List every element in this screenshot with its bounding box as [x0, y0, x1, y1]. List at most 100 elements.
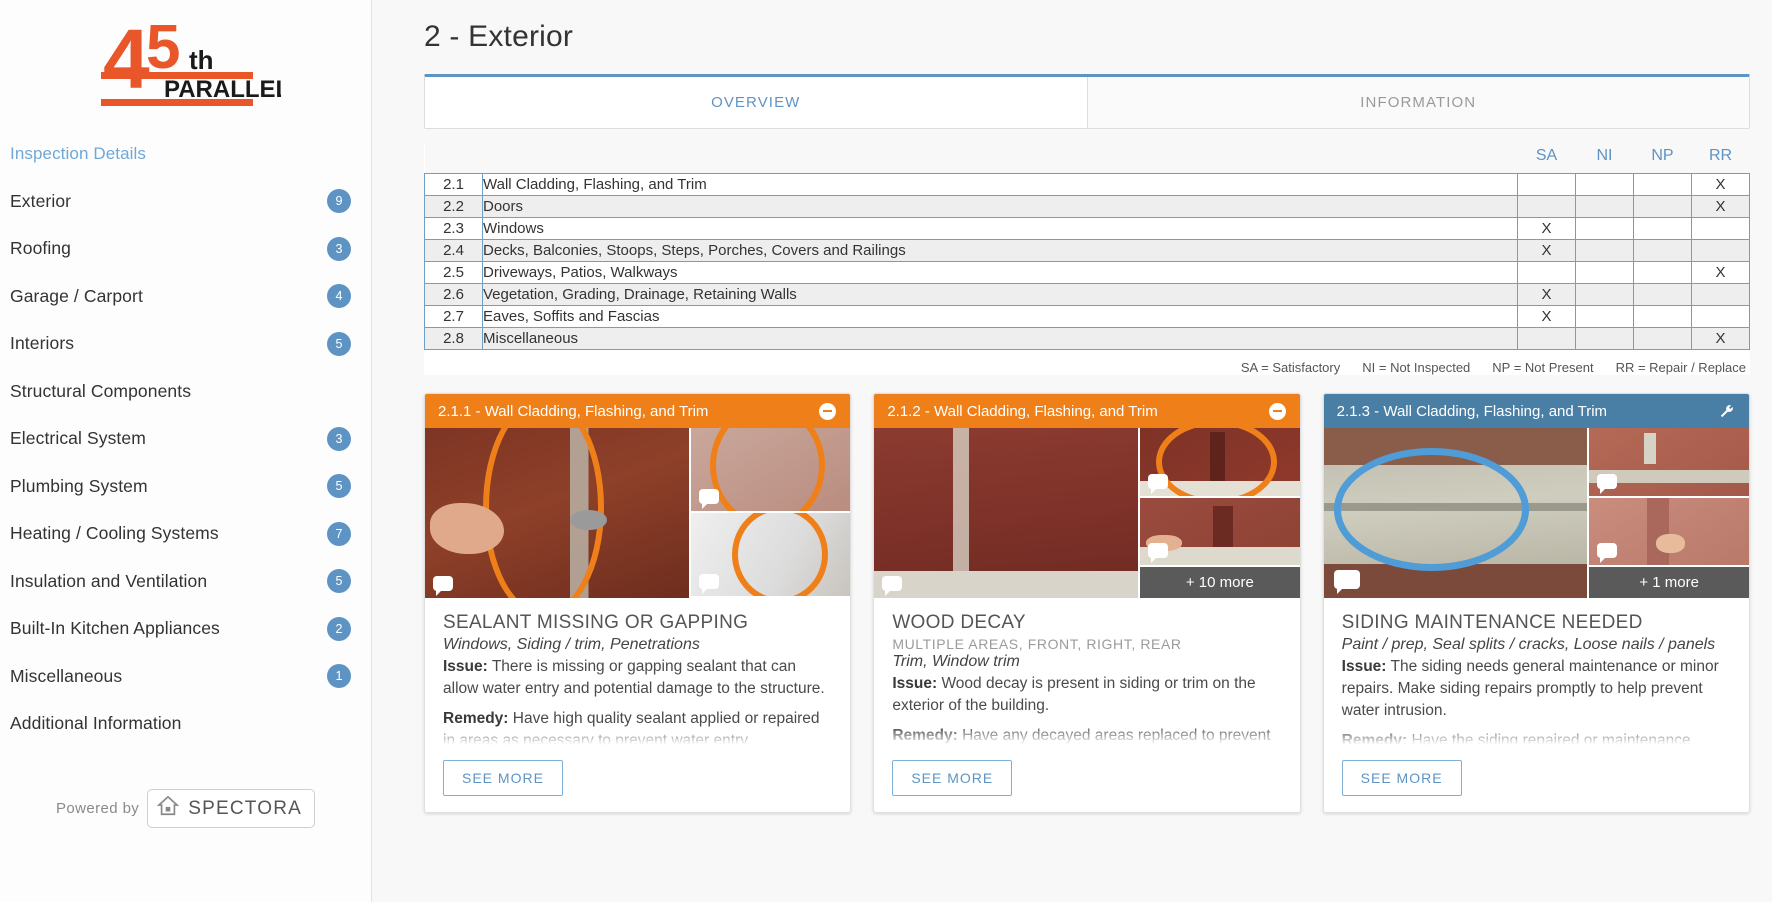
more-photos-badge[interactable]: + 10 more	[1138, 567, 1300, 598]
photo-comment-icon[interactable]	[433, 576, 453, 596]
sidebar-item-badge: 5	[327, 474, 351, 499]
photo-comment-icon[interactable]	[1597, 473, 1618, 494]
sidebar-item-additional-information[interactable]: Additional Information	[10, 700, 359, 748]
sidebar-item-insulation-and-ventilation[interactable]: Insulation and Ventilation 5	[10, 558, 359, 606]
summary-table-head: SA NI NP RR	[424, 143, 1750, 174]
sidebar-item-label: Additional Information	[10, 713, 182, 734]
finding-card-footer: SEE MORE	[425, 752, 850, 812]
row-number: 2.1	[424, 173, 483, 196]
legend-sa: SA = Satisfactory	[1240, 360, 1341, 375]
row-label: Decks, Balconies, Stoops, Steps, Porches…	[482, 239, 1518, 262]
finding-card-body: SEALANT MISSING OR GAPPING Windows, Sidi…	[425, 598, 851, 752]
powered-by-label: Powered by	[56, 800, 140, 817]
row-mark-ni	[1575, 261, 1634, 284]
row-mark-sa: X	[1517, 239, 1576, 262]
legend-rr: RR = Repair / Replace	[1615, 360, 1746, 375]
row-mark-sa: X	[1517, 283, 1576, 306]
row-mark-ni	[1575, 239, 1634, 262]
sidebar-item-interiors[interactable]: Interiors 5	[10, 320, 359, 368]
table-row[interactable]: 2.4 Decks, Balconies, Stoops, Steps, Por…	[424, 239, 1750, 262]
finding-title: SIDING MAINTENANCE NEEDED	[1341, 612, 1643, 633]
photo-comment-icon[interactable]	[882, 576, 903, 596]
finding-subtitle: Trim, Window trim	[892, 653, 1020, 670]
see-more-button[interactable]: SEE MORE	[892, 760, 1013, 796]
sidebar-item-heating-cooling-systems[interactable]: Heating / Cooling Systems 7	[10, 510, 359, 558]
finding-photo-thumb[interactable]	[688, 513, 851, 598]
finding-card-header-label: 2.1.3 - Wall Cladding, Flashing, and Tri…	[1336, 402, 1608, 420]
summary-table: SA NI NP RR 2.1 Wall Cladding, Flashing,…	[424, 143, 1750, 350]
finding-card-2-1-1: 2.1.1 - Wall Cladding, Flashing, and Tri…	[424, 393, 852, 813]
col-header-np: NP	[1633, 143, 1692, 174]
sidebar-item-label: Plumbing System	[10, 475, 148, 496]
row-mark-ni	[1575, 283, 1634, 306]
row-mark-sa: X	[1517, 305, 1576, 328]
sidebar-item-roofing[interactable]: Roofing 3	[10, 225, 359, 273]
row-mark-rr	[1691, 283, 1750, 306]
sidebar-item-label: Garage / Carport	[10, 285, 143, 306]
sidebar-item-miscellaneous[interactable]: Miscellaneous 1	[10, 653, 359, 701]
finding-card-header[interactable]: 2.1.1 - Wall Cladding, Flashing, and Tri…	[425, 394, 851, 428]
sidebar-item-badge: 1	[327, 664, 351, 689]
sidebar-item-label: Roofing	[10, 238, 72, 259]
sidebar-item-electrical-system[interactable]: Electrical System 3	[10, 415, 359, 463]
finding-title: SEALANT MISSING OR GAPPING	[443, 612, 749, 633]
sidebar-item-garage-carport[interactable]: Garage / Carport 4	[10, 273, 359, 321]
powered-by-footer: Powered by SPECTORA	[0, 789, 371, 828]
finding-photo-thumb[interactable]	[1587, 428, 1749, 498]
photo-comment-icon[interactable]	[1333, 570, 1360, 594]
minus-circle-icon[interactable]	[1268, 402, 1286, 420]
photo-comment-icon[interactable]	[698, 574, 719, 594]
row-number: 2.3	[424, 217, 483, 240]
table-row[interactable]: 2.2 Doors X	[424, 195, 1750, 218]
sidebar-item-structural-components[interactable]: Structural Components	[10, 368, 359, 416]
sidebar-item-built-in-kitchen-appliances[interactable]: Built-In Kitchen Appliances 2	[10, 605, 359, 653]
finding-photo-main[interactable]	[425, 428, 689, 598]
sidebar-item-badge: 5	[327, 331, 351, 356]
finding-photo-main[interactable]	[874, 428, 1139, 598]
sidebar-item-badge: 3	[327, 236, 351, 261]
photo-comment-icon[interactable]	[698, 489, 719, 509]
sidebar-item-label: Exterior	[10, 190, 72, 211]
finding-card-header[interactable]: 2.1.2 - Wall Cladding, Flashing, and Tri…	[874, 394, 1300, 428]
row-mark-sa	[1517, 261, 1576, 284]
table-row[interactable]: 2.1 Wall Cladding, Flashing, and Trim X	[424, 173, 1750, 196]
finding-photo-thumb[interactable]	[1587, 497, 1749, 567]
table-row[interactable]: 2.6 Vegetation, Grading, Drainage, Retai…	[424, 283, 1750, 306]
photo-comment-icon[interactable]	[1597, 543, 1618, 563]
finding-issue-text: There is missing or gapping sealant that…	[443, 658, 825, 697]
sidebar-item-inspection-details[interactable]: Inspection Details	[10, 130, 359, 178]
sidebar-item-badge: 5	[327, 569, 351, 594]
app-root: 4 5 th PARALLEL Inspection Details Exter…	[0, 0, 1772, 902]
row-mark-rr: X	[1691, 195, 1750, 218]
table-row[interactable]: 2.5 Driveways, Patios, Walkways X	[424, 261, 1750, 284]
finding-card-header[interactable]: 2.1.3 - Wall Cladding, Flashing, and Tri…	[1323, 394, 1749, 428]
sidebar-item-plumbing-system[interactable]: Plumbing System 5	[10, 463, 359, 511]
table-row[interactable]: 2.7 Eaves, Soffits and Fascias X	[424, 305, 1750, 328]
col-header-sa: SA	[1517, 143, 1576, 174]
spectora-logo[interactable]: SPECTORA	[147, 789, 315, 828]
finding-photo-main[interactable]	[1323, 428, 1588, 598]
table-row[interactable]: 2.3 Windows X	[424, 217, 1750, 240]
minus-circle-icon[interactable]	[819, 402, 837, 420]
table-row[interactable]: 2.8 Miscellaneous X	[424, 327, 1750, 350]
see-more-button[interactable]: SEE MORE	[443, 760, 563, 796]
finding-photo-thumb[interactable]	[688, 428, 851, 513]
finding-card-media	[425, 428, 851, 598]
tab-overview[interactable]: OVERVIEW	[425, 77, 1088, 128]
photo-comment-icon[interactable]	[1148, 473, 1169, 494]
body-fade-overlay	[1323, 726, 1749, 752]
wrench-icon[interactable]	[1718, 403, 1735, 420]
sidebar-item-badge: 2	[327, 616, 351, 641]
photo-comment-icon[interactable]	[1148, 543, 1169, 563]
more-photos-badge[interactable]: + 1 more	[1587, 567, 1749, 598]
tab-information[interactable]: INFORMATION	[1087, 77, 1749, 128]
sidebar-item-label: Miscellaneous	[10, 665, 123, 686]
sidebar-item-badge: 7	[327, 521, 351, 546]
row-mark-np	[1633, 217, 1692, 240]
finding-photo-thumb[interactable]	[1138, 497, 1300, 567]
sidebar-item-exterior[interactable]: Exterior 9	[10, 178, 359, 226]
see-more-button[interactable]: SEE MORE	[1341, 760, 1462, 796]
finding-photo-thumb[interactable]	[1138, 428, 1300, 498]
row-label: Wall Cladding, Flashing, and Trim	[482, 173, 1518, 196]
sidebar-item-label: Structural Components	[10, 380, 192, 401]
